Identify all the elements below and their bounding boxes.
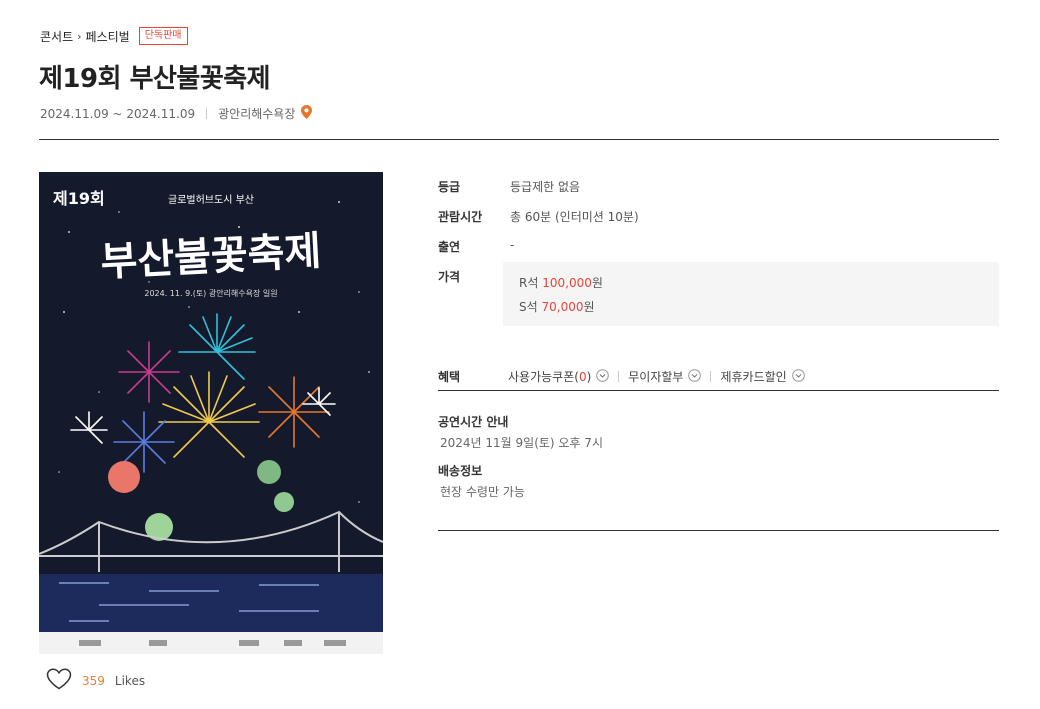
location-pin-icon[interactable] [301, 105, 313, 122]
coupon-toggle[interactable]: 사용가능쿠폰(0) [508, 368, 610, 385]
runtime-value: 총 60분 (인터미션 10분) [510, 210, 639, 224]
cast-label: 출연 [438, 240, 461, 254]
price-amount: 70,000 [541, 300, 584, 314]
grade-value: 등급제한 없음 [510, 180, 581, 194]
breadcrumb: 콘서트 › 페스티벌 단독판매 [40, 27, 188, 45]
card-discount-label: 제휴카드할인 [720, 370, 787, 384]
heart-icon[interactable] [46, 668, 72, 694]
price-unit: 원 [591, 276, 603, 290]
seat-grade: R석 [519, 276, 539, 290]
poster-illustration: 제19회 글로벌허브도시 부산 부산불꽃축제 2024. 11. 9.(토) 광… [39, 172, 383, 654]
page-title: 제19회 부산불꽃축제 [39, 64, 271, 94]
meta-divider [206, 108, 208, 119]
benefits-list: 사용가능쿠폰(0) 무이자할부 제휴카드할인 [508, 368, 805, 385]
coupon-paren-close: ) [586, 369, 592, 384]
schedule-text: 2024년 11월 9일(토) 오후 7시 [440, 436, 603, 450]
schedule-title: 공연시간 안내 [438, 415, 509, 429]
benefits-divider [618, 371, 620, 382]
event-meta: 2024.11.09 ~ 2024.11.09 광안리해수욕장 [40, 105, 313, 122]
poster-round-badge: 제19회 [53, 189, 105, 208]
installment-label: 무이자할부 [628, 370, 684, 384]
coupon-label: 사용가능쿠폰 [508, 370, 575, 384]
info-row-cast: 출연 - [438, 232, 999, 262]
installment-toggle[interactable]: 무이자할부 [628, 368, 702, 385]
price-unit: 원 [583, 300, 595, 314]
card-discount-toggle[interactable]: 제휴카드할인 [720, 368, 805, 385]
info-row-price: 가격 R석 100,000원 S석 70,000원 [438, 262, 999, 362]
benefits-divider [710, 371, 712, 382]
breadcrumb-subcategory[interactable]: 페스티벌 [86, 28, 130, 45]
info-row-grade: 등급 등급제한 없음 [438, 172, 999, 202]
price-box: R석 100,000원 S석 70,000원 [503, 262, 999, 326]
likes-label: Likes [114, 674, 146, 688]
exclusive-sale-badge: 단독판매 [138, 27, 188, 45]
price-item: S석 70,000원 [519, 298, 595, 315]
price-amount: 100,000 [542, 276, 592, 290]
header-divider [39, 139, 999, 140]
cast-value: - [510, 238, 515, 252]
likes: 359 Likes [46, 668, 145, 694]
delivery-text: 현장 수령만 가능 [440, 485, 525, 499]
breadcrumb-separator: › [77, 29, 82, 43]
runtime-label: 관람시간 [438, 210, 483, 224]
seat-grade: S석 [519, 300, 538, 314]
event-date-range: 2024.11.09 ~ 2024.11.09 [40, 106, 196, 121]
benefits-label: 혜택 [438, 370, 461, 384]
chevron-down-icon[interactable] [596, 368, 610, 385]
info-row-runtime: 관람시간 총 60분 (인터미션 10분) [438, 202, 999, 232]
event-info-panel: 등급 등급제한 없음 관람시간 총 60분 (인터미션 10분) 출연 - 가격… [438, 172, 999, 392]
grade-label: 등급 [438, 180, 461, 194]
chevron-down-icon[interactable] [688, 368, 702, 385]
poster-date-line: 2024. 11. 9.(토) 광안리해수욕장 일원 [144, 288, 277, 298]
section-bottom-divider [438, 530, 999, 531]
breadcrumb-category[interactable]: 콘서트 [40, 28, 73, 45]
coupon-count: 0 [578, 369, 587, 384]
likes-count: 359 [82, 674, 105, 688]
delivery-title: 배송정보 [438, 464, 483, 478]
info-divider [438, 390, 999, 391]
event-poster[interactable]: 제19회 글로벌허브도시 부산 부산불꽃축제 2024. 11. 9.(토) 광… [39, 172, 383, 654]
poster-organizer-line: 글로벌허브도시 부산 [168, 194, 254, 206]
price-item: R석 100,000원 [519, 274, 603, 291]
info-row-benefits: 혜택 사용가능쿠폰(0) 무이자할부 제휴카드할인 [438, 362, 999, 392]
chevron-down-icon[interactable] [791, 368, 805, 385]
price-label: 가격 [438, 270, 461, 284]
venue-link[interactable]: 광안리해수욕장 [218, 105, 295, 122]
